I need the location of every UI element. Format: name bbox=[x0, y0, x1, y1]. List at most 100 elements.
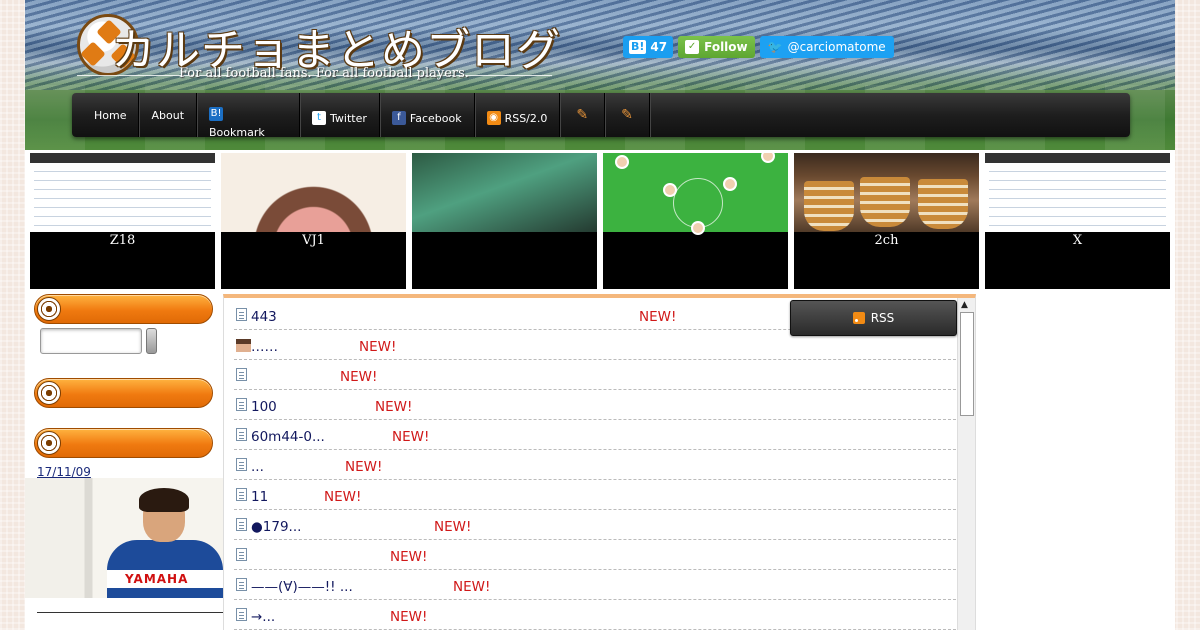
pencil-icon: ✎ bbox=[621, 107, 633, 123]
thumb-image bbox=[794, 153, 979, 232]
twitter-handle: @carciomatome bbox=[787, 40, 886, 54]
list-item[interactable]: ●179... NEW! bbox=[234, 510, 956, 540]
facebook-icon: f bbox=[391, 111, 406, 125]
feedly-icon: ✓ bbox=[685, 40, 700, 54]
search-button[interactable] bbox=[146, 328, 157, 354]
new-badge: NEW! bbox=[434, 519, 472, 535]
new-badge: NEW! bbox=[390, 549, 428, 565]
main-nav: Home About B! Bookmark t Twitter f Faceb… bbox=[72, 93, 1130, 137]
thumb-caption: Z18 bbox=[109, 233, 136, 248]
new-badge: NEW! bbox=[324, 489, 362, 505]
entry-title[interactable]: …… bbox=[251, 339, 278, 355]
twitter-bird-icon: 🐦 bbox=[767, 40, 783, 54]
list-item[interactable]: 100 NEW! bbox=[234, 390, 956, 420]
document-icon bbox=[236, 488, 247, 501]
document-icon bbox=[236, 458, 247, 471]
list-item[interactable]: NEW! bbox=[234, 360, 956, 390]
list-item[interactable]: ——(∀)——!! ... NEW! bbox=[234, 570, 956, 600]
date-link[interactable]: 17/11/09 bbox=[37, 465, 214, 479]
social-buttons: B! 47 ✓ Follow 🐦 @carciomatome bbox=[623, 36, 894, 60]
entry-title[interactable]: 60m44-0... bbox=[251, 429, 325, 445]
jersey-sponsor: YAMAHA bbox=[125, 572, 189, 586]
entry-title[interactable]: 443 bbox=[251, 309, 277, 325]
thumb-card[interactable]: 2ch bbox=[794, 153, 979, 289]
hatena-count: 47 bbox=[650, 40, 668, 54]
list-item[interactable]: NEW! bbox=[234, 540, 956, 570]
site-tagline: For all football fans. For all football … bbox=[179, 66, 469, 81]
feedly-follow-button[interactable]: ✓ Follow bbox=[678, 36, 755, 58]
avatar-icon bbox=[236, 339, 251, 352]
nav-rss[interactable]: ◉ RSS/2.0 bbox=[475, 93, 561, 137]
widget-header-search bbox=[34, 294, 213, 324]
twitter-icon: t bbox=[312, 111, 327, 125]
thumb-image bbox=[30, 153, 215, 232]
nav-facebook[interactable]: f Facebook bbox=[380, 93, 475, 137]
nav-home[interactable]: Home bbox=[82, 93, 140, 137]
search-input[interactable] bbox=[40, 328, 142, 354]
thumb-image bbox=[603, 153, 788, 235]
hatena-bookmark-icon: B! bbox=[209, 107, 224, 121]
scroll-up-arrow-icon[interactable]: ▲ bbox=[961, 300, 968, 310]
site-header: カルチョまとめブログ For all football fans. For al… bbox=[25, 0, 1175, 150]
rss-icon bbox=[852, 312, 865, 324]
entry-title[interactable]: ... bbox=[251, 459, 264, 475]
nav-bookmark[interactable]: B! Bookmark bbox=[197, 93, 301, 137]
nav-twitter[interactable]: t Twitter bbox=[300, 93, 380, 137]
rss-button[interactable]: RSS bbox=[790, 300, 957, 336]
thumb-image bbox=[221, 153, 406, 232]
entry-title[interactable]: 100 bbox=[251, 399, 277, 415]
document-icon bbox=[236, 518, 247, 531]
profile-photo[interactable]: YAMAHA bbox=[25, 478, 223, 598]
thumb-card[interactable]: VJ1 bbox=[221, 153, 406, 289]
document-icon bbox=[236, 608, 247, 621]
article-list-panel: 443 NEW! …… NEW! NEW! 100 NEW! 60m44-0..… bbox=[223, 294, 976, 630]
thumb-card[interactable]: X bbox=[985, 153, 1170, 289]
nav-pencil-1[interactable]: ✎ bbox=[560, 93, 606, 137]
document-icon bbox=[236, 548, 247, 561]
thumb-card[interactable] bbox=[603, 153, 788, 289]
thumb-caption: VJ1 bbox=[302, 233, 325, 248]
hatena-bookmark-icon: B! bbox=[629, 40, 647, 54]
list-item[interactable]: 11 NEW! bbox=[234, 480, 956, 510]
follow-label: Follow bbox=[704, 40, 748, 54]
nav-about[interactable]: About bbox=[139, 93, 198, 137]
soccer-ball-icon bbox=[37, 381, 61, 405]
soccer-ball-icon bbox=[37, 297, 61, 321]
rss-button-label: RSS bbox=[870, 311, 895, 325]
new-badge: NEW! bbox=[390, 609, 428, 625]
list-scrollbar[interactable]: ▲ bbox=[957, 298, 975, 630]
thumb-card[interactable]: Z18 bbox=[30, 153, 215, 289]
new-badge: NEW! bbox=[392, 429, 430, 445]
list-item[interactable]: →... NEW! bbox=[234, 600, 956, 630]
page: カルチョまとめブログ For all football fans. For al… bbox=[25, 0, 1175, 630]
document-icon bbox=[236, 308, 247, 321]
soccer-ball-icon bbox=[37, 431, 61, 455]
document-icon bbox=[236, 428, 247, 441]
new-badge: NEW! bbox=[340, 369, 378, 385]
nav-pencil-2[interactable]: ✎ bbox=[605, 93, 650, 137]
entry-title[interactable]: ——(∀)——!! ... bbox=[251, 579, 353, 595]
thumb-caption: X bbox=[1072, 233, 1083, 248]
widget-header bbox=[34, 428, 213, 458]
twitter-follow-button[interactable]: 🐦 @carciomatome bbox=[759, 36, 894, 58]
article-list[interactable]: 443 NEW! …… NEW! NEW! 100 NEW! 60m44-0..… bbox=[234, 300, 956, 630]
thumb-card[interactable] bbox=[412, 153, 597, 289]
new-badge: NEW! bbox=[359, 339, 397, 355]
search-form bbox=[40, 328, 214, 356]
new-badge: NEW! bbox=[345, 459, 383, 475]
sidebar: 17/11/09 YAMAHA bbox=[25, 294, 225, 613]
entry-title[interactable]: →... bbox=[251, 609, 275, 625]
hatena-bookmark-count-button[interactable]: B! 47 bbox=[623, 36, 674, 58]
featured-thumbnails: Z18 VJ1 2ch X bbox=[30, 153, 1175, 289]
document-icon bbox=[236, 368, 247, 381]
document-icon bbox=[236, 578, 247, 591]
pencil-icon: ✎ bbox=[576, 107, 589, 123]
list-item[interactable]: ... NEW! bbox=[234, 450, 956, 480]
thumb-caption: 2ch bbox=[874, 233, 899, 248]
entry-title[interactable]: ●179... bbox=[251, 519, 301, 535]
scrollbar-thumb[interactable] bbox=[960, 312, 974, 416]
widget-header bbox=[34, 378, 213, 408]
list-item[interactable]: 60m44-0... NEW! bbox=[234, 420, 956, 450]
thumb-image bbox=[985, 153, 1170, 232]
entry-title[interactable]: 11 bbox=[251, 489, 268, 505]
